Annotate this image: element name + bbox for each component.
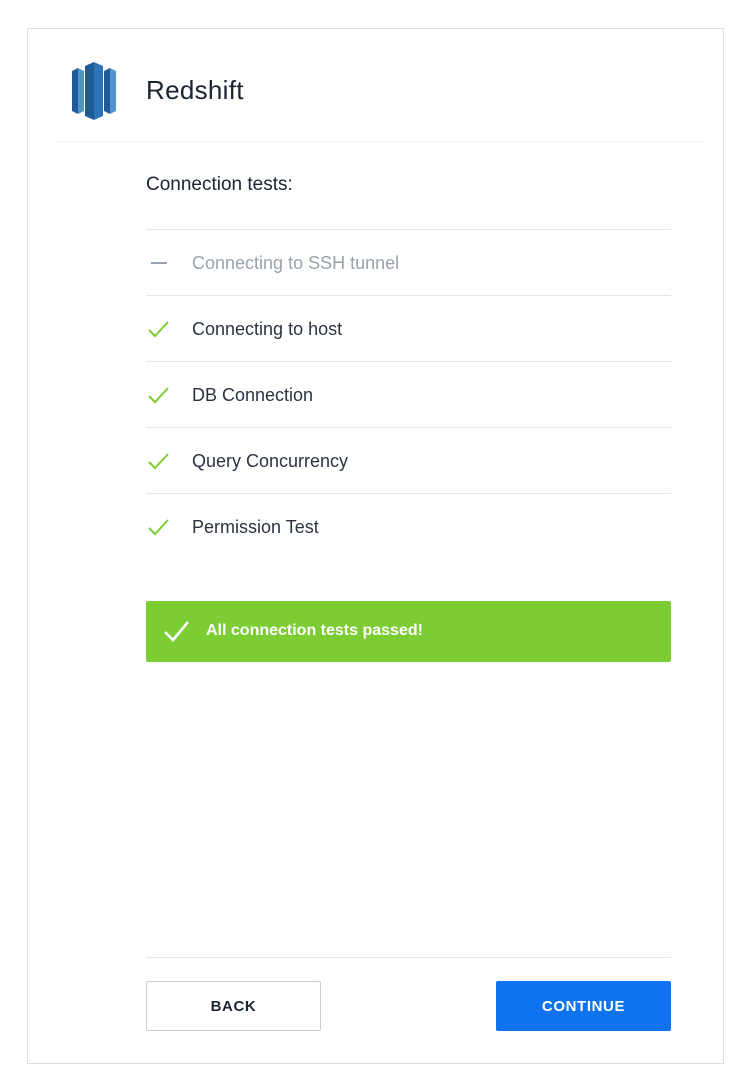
back-button[interactable]: BACK <box>146 981 321 1031</box>
dash-icon <box>151 262 167 264</box>
connection-card: Redshift Connection tests: Connecting to… <box>27 28 724 1064</box>
test-label: DB Connection <box>192 385 314 405</box>
check-icon <box>148 387 169 404</box>
footer-divider <box>146 957 671 958</box>
header-divider <box>58 141 704 142</box>
app-title: Redshift <box>146 75 244 105</box>
card-header: Redshift <box>28 29 723 141</box>
continue-button[interactable]: CONTINUE <box>496 981 671 1031</box>
test-row-db-connection: DB Connection <box>146 362 671 428</box>
test-label: Connecting to SSH tunnel <box>192 253 400 273</box>
check-icon <box>148 453 169 470</box>
test-label: Permission Test <box>192 517 319 537</box>
test-label: Query Concurrency <box>192 451 349 471</box>
success-message: All connection tests passed! <box>206 622 423 639</box>
test-row-permission-test: Permission Test <box>146 494 671 560</box>
test-row-query-concurrency: Query Concurrency <box>146 428 671 494</box>
test-row-connecting-host: Connecting to host <box>146 296 671 362</box>
connection-tests-list: Connecting to SSH tunnel Connecting to h… <box>146 229 671 560</box>
test-label: Connecting to host <box>192 319 343 339</box>
check-icon <box>148 519 169 536</box>
test-row-ssh-tunnel: Connecting to SSH tunnel <box>146 230 671 296</box>
success-banner: All connection tests passed! <box>146 601 671 662</box>
connection-tests-title: Connection tests: <box>146 174 293 195</box>
check-icon <box>164 621 189 642</box>
check-icon <box>148 321 169 338</box>
redshift-logo-icon <box>72 62 116 120</box>
